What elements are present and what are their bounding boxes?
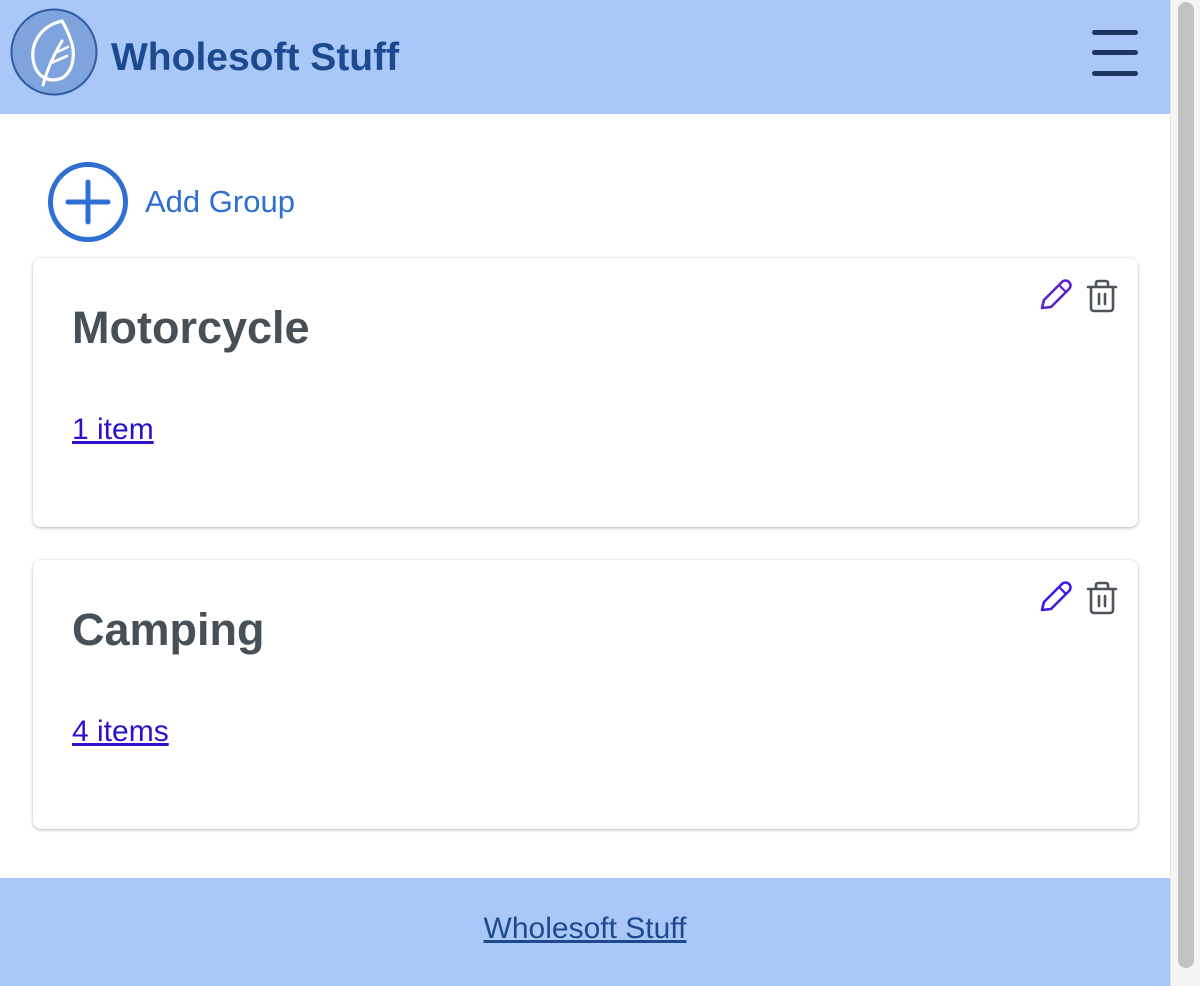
menu-bar [1092,71,1138,76]
app-footer: Wholesoft Stuff [0,878,1170,986]
hamburger-menu-icon[interactable] [1088,28,1140,80]
add-group-label: Add Group [145,184,295,219]
group-items-link[interactable]: 4 items [72,715,169,749]
app-header: Wholesoft Stuff [0,0,1170,114]
trash-icon[interactable] [1085,580,1119,616]
pencil-icon[interactable] [1036,580,1072,616]
group-card-motorcycle: Motorcycle 1 item [33,258,1138,527]
plus-circle-icon [46,160,130,244]
menu-bar [1092,50,1138,55]
group-title: Motorcycle [72,302,310,353]
scrollbar-thumb[interactable] [1178,2,1194,968]
leaf-icon[interactable] [10,8,98,96]
vertical-scrollbar[interactable] [1170,0,1200,986]
menu-bar [1092,30,1138,35]
group-items-link[interactable]: 1 item [72,413,154,447]
trash-icon[interactable] [1085,278,1119,314]
footer-link[interactable]: Wholesoft Stuff [0,911,1170,947]
page: Wholesoft Stuff Add Group Motorcycle 1 i… [0,0,1170,986]
pencil-icon[interactable] [1036,278,1072,314]
add-group-button[interactable]: Add Group [46,160,316,244]
group-title: Camping [72,604,265,655]
app-title: Wholesoft Stuff [111,36,400,79]
group-card-camping: Camping 4 items [33,560,1138,829]
